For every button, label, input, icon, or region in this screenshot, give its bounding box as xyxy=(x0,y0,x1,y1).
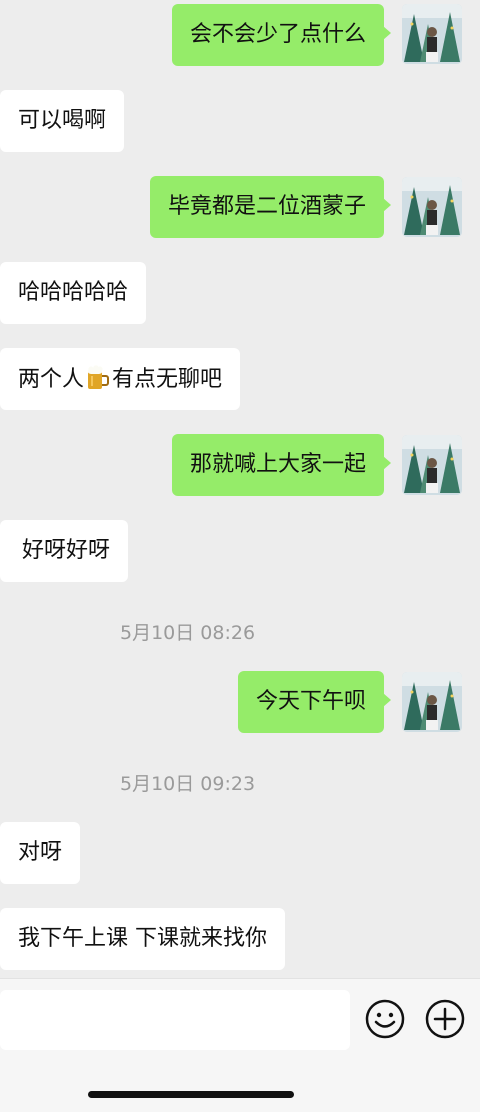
beer-mug-icon xyxy=(88,365,110,389)
message-text: 我下午上课 下课就来找你 xyxy=(18,926,267,951)
message-bubble-incoming[interactable]: 可以喝啊 xyxy=(0,90,125,152)
message-bubble-outgoing[interactable]: 那就喊上大家一起 xyxy=(171,434,392,496)
message-input[interactable] xyxy=(0,990,350,1050)
smiley-icon[interactable] xyxy=(364,998,406,1040)
message-text: 两个人 xyxy=(18,367,85,392)
avatar-photo xyxy=(402,4,462,64)
message-bubble-outgoing[interactable]: 今天下午呗 xyxy=(237,671,392,733)
message-bubble-incoming[interactable]: 我下午上课 下课就来找你 xyxy=(0,908,285,970)
user-avatar[interactable] xyxy=(402,177,462,237)
chat-history: 会不会少了点什么 可以喝啊 毕竟都是二位酒蒙子 哈哈哈哈哈 两个人 有点无聊吧 … xyxy=(0,0,480,978)
message-bubble-incoming[interactable]: 两个人 有点无聊吧 xyxy=(0,348,241,410)
message-text: 对呀 xyxy=(18,840,63,865)
avatar-photo xyxy=(402,435,462,495)
user-avatar[interactable] xyxy=(402,435,462,495)
message-text: 毕竟都是二位酒蒙子 xyxy=(167,194,366,219)
message-text: 可以喝啊 xyxy=(18,108,107,133)
message-bubble-incoming[interactable]: 哈哈哈哈哈 xyxy=(0,262,147,324)
plus-circle-icon[interactable] xyxy=(424,998,466,1040)
message-bubble-outgoing[interactable]: 毕竟都是二位酒蒙子 xyxy=(149,176,392,238)
avatar-photo xyxy=(402,672,462,732)
home-indicator[interactable] xyxy=(88,1091,294,1098)
user-avatar[interactable] xyxy=(402,672,462,732)
message-text: 哈哈哈哈哈 xyxy=(18,280,129,305)
message-text: 今天下午呗 xyxy=(255,689,366,714)
avatar-photo xyxy=(402,177,462,237)
message-text: 那就喊上大家一起 xyxy=(189,452,366,477)
message-text: 好呀好呀 xyxy=(22,538,111,563)
timestamp: 5月10日 08:26 xyxy=(120,622,256,644)
message-text: 有点无聊吧 xyxy=(112,367,223,392)
message-text: 会不会少了点什么 xyxy=(189,22,366,47)
message-bubble-incoming[interactable]: 好呀好呀 xyxy=(0,520,129,582)
message-bubble-outgoing[interactable]: 会不会少了点什么 xyxy=(171,4,392,66)
user-avatar[interactable] xyxy=(402,4,462,64)
input-bar xyxy=(0,978,480,1112)
timestamp: 5月10日 09:23 xyxy=(120,773,256,795)
message-bubble-incoming[interactable]: 对呀 xyxy=(0,822,81,884)
